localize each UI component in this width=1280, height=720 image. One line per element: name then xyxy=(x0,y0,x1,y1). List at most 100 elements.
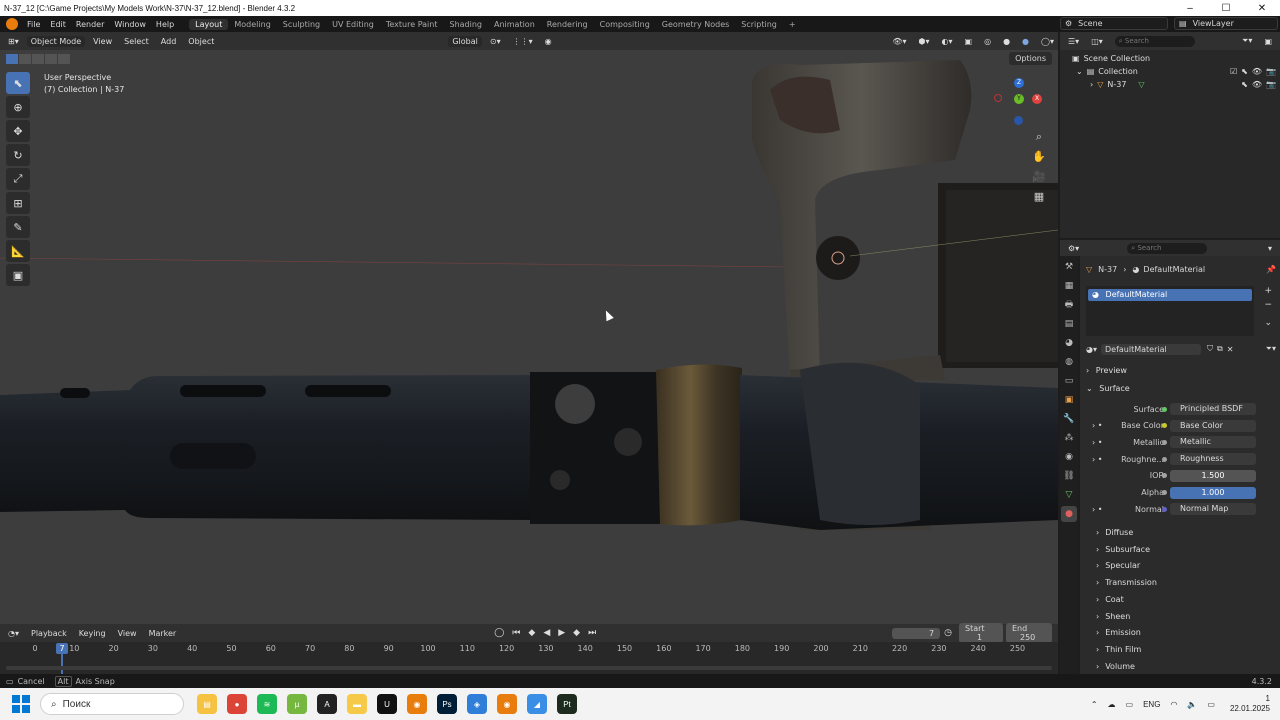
alpha-socket-icon[interactable] xyxy=(1162,490,1167,495)
blender-logo-icon[interactable] xyxy=(6,18,18,30)
modifier-props-tab-icon[interactable]: 🔧 xyxy=(1061,411,1077,427)
tab-modeling[interactable]: Modeling xyxy=(228,19,276,30)
view-layer-tab-icon[interactable]: ▤ xyxy=(1061,316,1077,332)
playhead[interactable]: 7 xyxy=(56,643,68,654)
orientation-dropdown[interactable]: Global xyxy=(448,35,482,47)
volume-icon[interactable]: 🔈 xyxy=(1187,700,1197,709)
surface-shader-socket-icon[interactable] xyxy=(1162,406,1167,412)
roughness-expand-icon[interactable]: › • xyxy=(1092,455,1102,464)
menu-view[interactable]: View xyxy=(89,36,116,47)
tray-chevron-icon[interactable]: ⌃ xyxy=(1091,700,1098,709)
outliner-object-row[interactable]: › ▽ N-37 ▽ ⬉ 👁 📷 xyxy=(1060,78,1280,91)
properties-editor-icon[interactable]: ⚙▾ xyxy=(1064,243,1083,254)
collection-checkbox-icon[interactable]: ☑ xyxy=(1230,67,1237,76)
remove-slot-icon[interactable]: − xyxy=(1264,300,1272,310)
roughness-field[interactable]: Roughness xyxy=(1170,453,1256,466)
constraints-tab-icon[interactable]: ⛓ xyxy=(1061,468,1077,484)
menu-help[interactable]: Help xyxy=(151,20,179,29)
timeline-editor-icon[interactable]: ◔▾ xyxy=(4,628,23,639)
menu-window[interactable]: Window xyxy=(109,20,151,29)
start-frame-field[interactable]: Start 1 xyxy=(959,623,1003,643)
menu-select[interactable]: Select xyxy=(120,36,153,47)
gizmo-neg-x-axis[interactable] xyxy=(994,94,1002,102)
add-workspace-button[interactable]: + xyxy=(783,19,802,30)
language-indicator[interactable]: ENG xyxy=(1143,700,1160,709)
add-slot-icon[interactable]: + xyxy=(1264,286,1272,296)
chrome-icon[interactable]: ● xyxy=(227,694,247,714)
unreal-icon[interactable]: U xyxy=(377,694,397,714)
material-browse-icon[interactable]: ◕▾ xyxy=(1086,345,1097,354)
pan-hand-icon[interactable]: ✋ xyxy=(1030,148,1048,166)
duplicate-material-icon[interactable]: ⧉ xyxy=(1217,344,1223,354)
menu-timeline-view[interactable]: View xyxy=(114,628,141,639)
affinity-icon[interactable]: A xyxy=(317,694,337,714)
gizmo-x-axis[interactable]: X xyxy=(1032,94,1042,104)
collection-props-tab-icon[interactable]: ▭ xyxy=(1061,373,1077,389)
subsection-thin-film[interactable]: › Thin Film xyxy=(1096,645,1141,654)
cursor-tool[interactable]: ⊕ xyxy=(6,96,30,118)
windows-start-icon[interactable] xyxy=(12,695,30,713)
menu-keying[interactable]: Keying xyxy=(75,628,110,639)
annotate-tool[interactable]: ✎ xyxy=(6,216,30,238)
collection-render-icon[interactable]: 📷 xyxy=(1266,67,1276,76)
menu-file[interactable]: File xyxy=(22,20,45,29)
view-layer-selector[interactable]: ▤ ViewLayer xyxy=(1174,17,1278,30)
xray-icon[interactable]: ▣ xyxy=(961,36,977,47)
select-mode-intersect[interactable] xyxy=(58,54,70,64)
painter-icon[interactable]: Pt xyxy=(557,694,577,714)
tab-shading[interactable]: Shading xyxy=(443,19,488,30)
blender-icon[interactable]: ◉ xyxy=(407,694,427,714)
scene-selector[interactable]: ⚙ Scene xyxy=(1060,17,1168,30)
ior-field[interactable]: 1.500 xyxy=(1170,469,1256,482)
metallic-socket-icon[interactable] xyxy=(1162,439,1167,445)
outliner-display-mode-icon[interactable]: ◫▾ xyxy=(1087,36,1107,47)
utorrent-icon[interactable]: µ xyxy=(287,694,307,714)
taskbar-search[interactable]: ⌕ Поиск xyxy=(40,693,184,715)
next-keyframe-icon[interactable]: ◆ xyxy=(573,628,580,638)
timeline-scrollbar[interactable] xyxy=(6,666,1052,670)
tab-compositing[interactable]: Compositing xyxy=(594,19,656,30)
collection-visibility-icon[interactable]: 👁 xyxy=(1252,67,1262,76)
gizmo-z-axis[interactable]: Z xyxy=(1014,78,1024,88)
shading-material-icon[interactable]: ● xyxy=(1018,36,1033,47)
onedrive-icon[interactable]: ☁ xyxy=(1108,700,1116,709)
overlay-toggle-icon[interactable]: ◐▾ xyxy=(938,36,957,47)
timeline-scrubber[interactable]: 0 10 20 30 40 50 60 70 80 90 100 110 120 130 140 150 160… xyxy=(0,642,1058,674)
menu-edit[interactable]: Edit xyxy=(45,20,71,29)
object-props-tab-icon[interactable]: ▣ xyxy=(1061,392,1077,408)
azure-icon[interactable]: ◢ xyxy=(527,694,547,714)
properties-options-icon[interactable]: ▾ xyxy=(1264,243,1276,254)
outliner-search[interactable]: ⌕ Search xyxy=(1114,35,1195,47)
options-dropdown[interactable]: Options xyxy=(1009,52,1052,65)
normal-socket-icon[interactable] xyxy=(1162,506,1167,512)
unlink-material-icon[interactable]: ✕ xyxy=(1227,345,1234,354)
tab-geometry-nodes[interactable]: Geometry Nodes xyxy=(656,19,735,30)
data-props-tab-icon[interactable]: ▽ xyxy=(1061,487,1077,503)
surface-shader-field[interactable]: Principled BSDF xyxy=(1170,403,1256,415)
clock-icon[interactable]: ◷ xyxy=(944,628,952,638)
add-cube-tool[interactable]: ▣ xyxy=(6,264,30,286)
tab-scripting[interactable]: Scripting xyxy=(735,19,783,30)
tool-props-tab-icon[interactable]: ⚒ xyxy=(1061,259,1077,275)
metallic-expand-icon[interactable]: › • xyxy=(1092,438,1102,447)
world-props-tab-icon[interactable]: ◍ xyxy=(1061,354,1077,370)
current-frame-field[interactable]: 7 xyxy=(892,627,941,639)
spotify-icon[interactable]: ≋ xyxy=(257,694,277,714)
visibility-icon[interactable]: 👁▾ xyxy=(888,36,910,47)
blue-app-icon[interactable]: ◈ xyxy=(467,694,487,714)
tab-texture-paint[interactable]: Texture Paint xyxy=(380,19,444,30)
subsection-coat[interactable]: › Coat xyxy=(1096,595,1124,604)
shading-solid-icon[interactable]: ● xyxy=(999,36,1014,47)
alpha-field[interactable]: 1.000 xyxy=(1170,486,1256,499)
photoshop-icon[interactable]: Ps xyxy=(437,694,457,714)
output-props-tab-icon[interactable]: 🖶 xyxy=(1061,297,1077,313)
material-slot-item[interactable]: ◕ DefaultMaterial xyxy=(1088,289,1252,301)
menu-add[interactable]: Add xyxy=(157,36,181,47)
menu-playback[interactable]: Playback xyxy=(27,628,71,639)
slot-menu-icon[interactable]: ⌄ xyxy=(1264,318,1272,328)
zoom-icon[interactable]: ⌕ xyxy=(1030,128,1048,146)
outliner-editor-icon[interactable]: ☰▾ xyxy=(1064,36,1083,47)
base-color-socket-icon[interactable] xyxy=(1162,423,1167,429)
subsection-specular[interactable]: › Specular xyxy=(1096,561,1140,570)
blender-active-icon[interactable]: ◉ xyxy=(497,694,517,714)
